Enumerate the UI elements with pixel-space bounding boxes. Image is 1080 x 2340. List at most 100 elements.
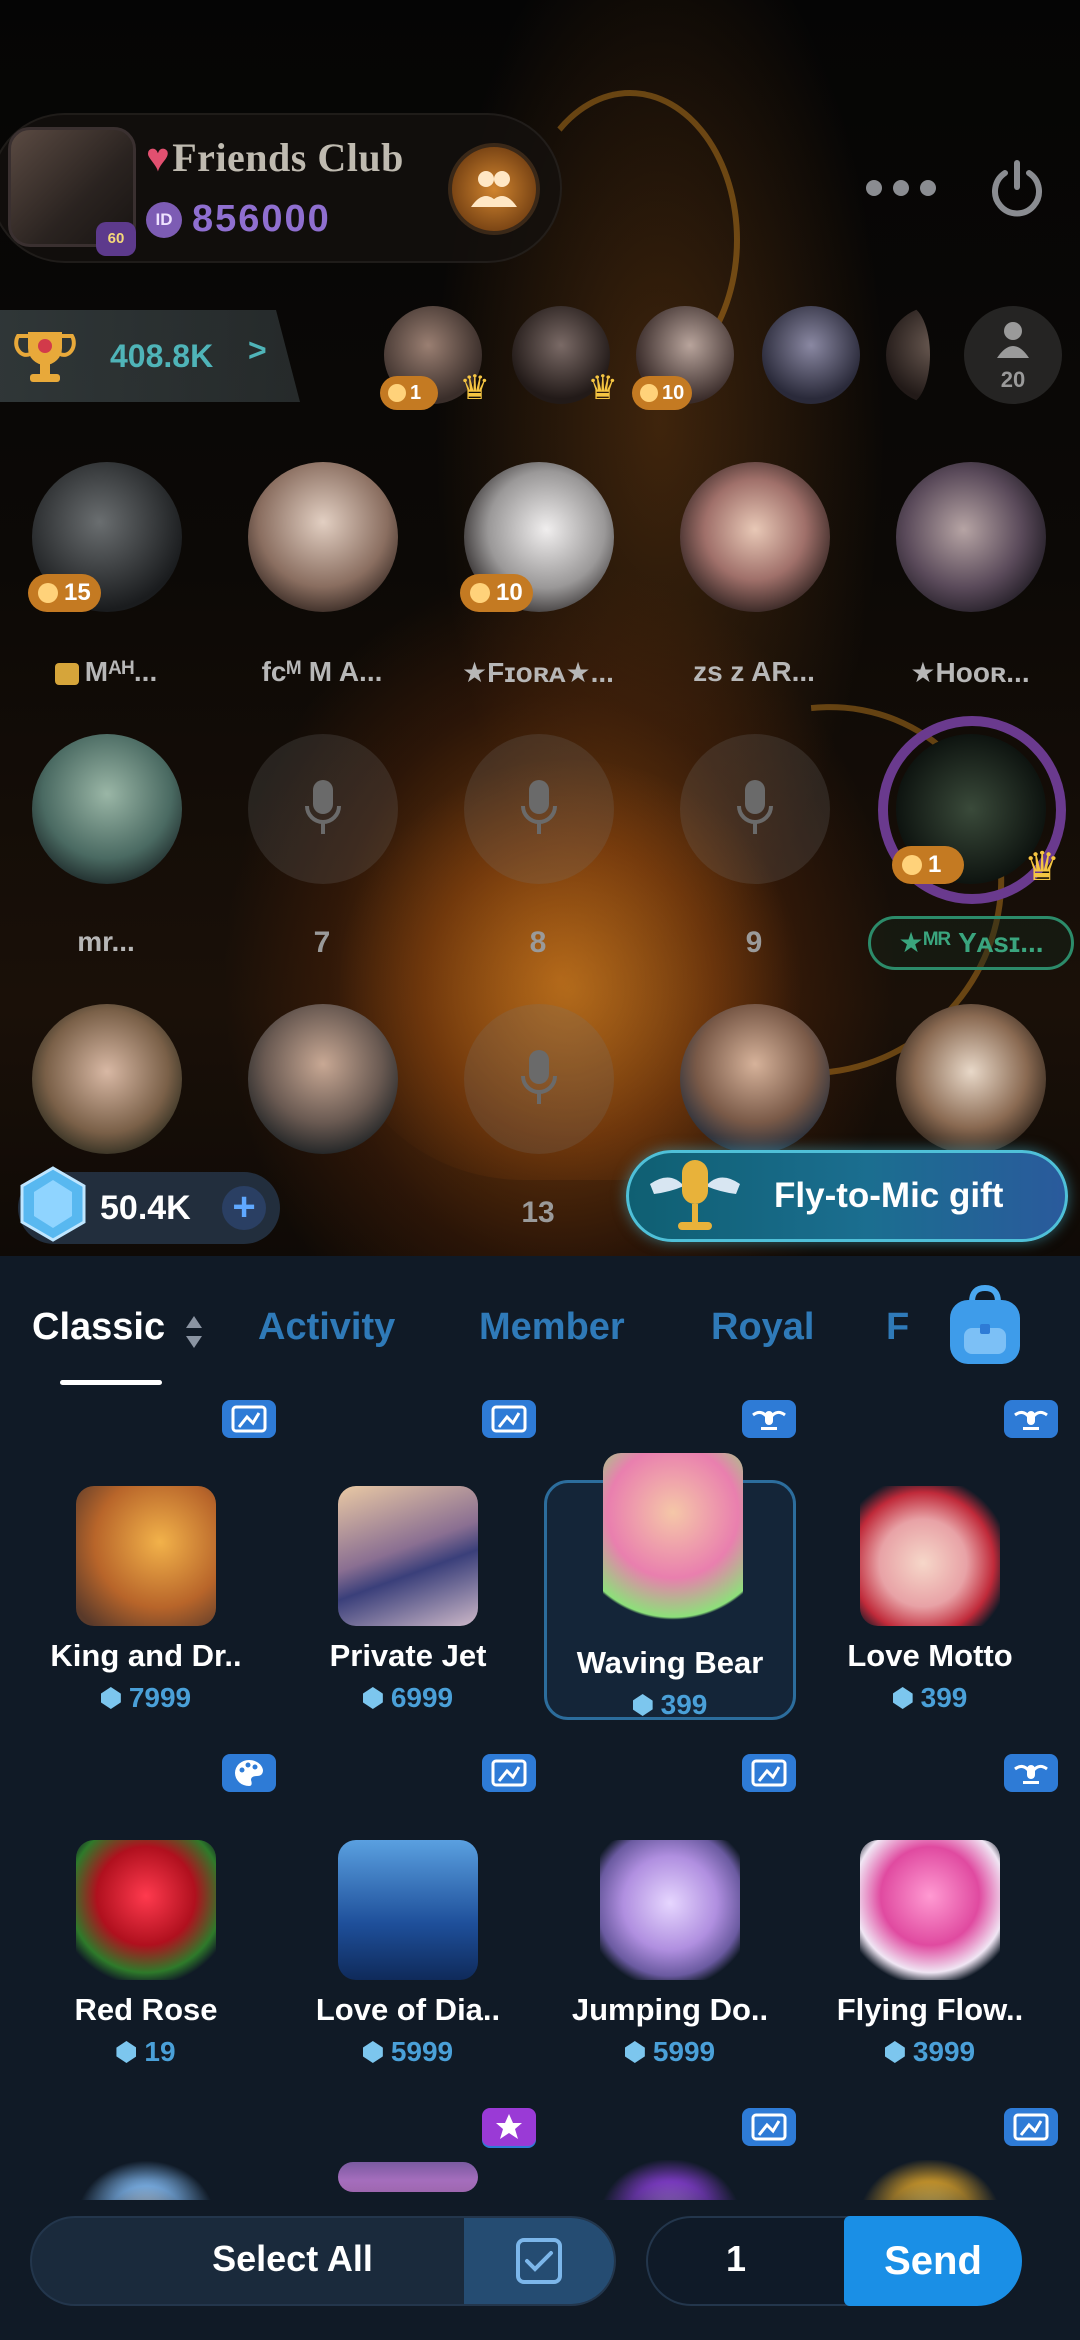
gift-image: [76, 1840, 216, 1980]
seat-name: mr...: [77, 926, 135, 957]
gift-name: Red Rose: [74, 1992, 218, 2027]
diamond-icon: [362, 2041, 383, 2063]
top-fan-avatar[interactable]: 10: [632, 306, 734, 410]
club-name: ♥Friends Club: [146, 134, 404, 181]
trophy-icon: [14, 332, 76, 382]
star-tag-icon: [482, 2108, 536, 2146]
diamond-icon: [362, 1687, 383, 1709]
diamond-icon: [624, 2041, 645, 2063]
gift-image: [600, 1840, 740, 1980]
seat-14[interactable]: [680, 1004, 830, 1154]
send-button[interactable]: Send: [844, 2216, 1022, 2306]
image-tag-icon: [222, 1400, 276, 1438]
level-badge: 10: [632, 376, 693, 410]
id-icon: ID: [146, 202, 182, 238]
gift-image: [338, 1486, 478, 1626]
seat-12[interactable]: [248, 1004, 398, 1154]
gift-name: King and Dr..: [50, 1638, 242, 1673]
select-all-checkbox[interactable]: [516, 2238, 562, 2284]
fly-to-mic-label: Fly-to-Mic gift: [774, 1176, 1004, 1215]
palette-tag-icon: [222, 1754, 276, 1792]
top-fan-avatar[interactable]: 1 ♛: [380, 306, 490, 410]
group-icon: [471, 171, 517, 207]
gift-item[interactable]: King and Dr.. 7999: [20, 1476, 272, 1716]
top-fan-avatar[interactable]: ♛: [512, 306, 618, 407]
gift-price: 399: [547, 1689, 793, 1721]
diamond-icon: [632, 1694, 653, 1716]
tab-member[interactable]: Member: [479, 1306, 625, 1349]
top-fan-avatar[interactable]: [762, 306, 860, 404]
gift-price: 6999: [282, 1682, 534, 1714]
tab-partial[interactable]: F: [886, 1306, 909, 1349]
seat-6[interactable]: [32, 734, 182, 884]
image-tag-icon: [742, 1754, 796, 1792]
seat-11[interactable]: [32, 1004, 182, 1154]
checkmark-icon: [525, 2251, 553, 2272]
seat-10[interactable]: 1 ♛: [892, 734, 1060, 889]
gift-price: 399: [804, 1682, 1056, 1714]
lock-icon: [54, 662, 79, 685]
gift-price: 7999: [20, 1682, 272, 1714]
diamond-icon: [892, 1687, 913, 1709]
tab-activity[interactable]: Activity: [258, 1306, 395, 1349]
seat-8[interactable]: [464, 734, 614, 884]
more-options-icon[interactable]: [866, 168, 936, 208]
seat-name: fcᴹ M A...: [261, 656, 383, 687]
fly-tag-icon: [1004, 1400, 1058, 1438]
ranking-value: 408.8K: [110, 338, 214, 374]
image-tag-icon: [482, 1400, 536, 1438]
heart-icon: ♥: [146, 135, 171, 180]
chevron-right-icon: >: [248, 332, 267, 368]
microphone-icon: [305, 780, 341, 834]
gift-image: [338, 1840, 478, 1980]
online-users-button[interactable]: 20: [964, 306, 1062, 404]
gift-item[interactable]: Flying Flow.. 3999: [804, 1830, 1056, 2070]
seat-4[interactable]: [680, 462, 830, 612]
microphone-icon: [521, 780, 557, 834]
gift-item[interactable]: Love Motto 399: [804, 1476, 1056, 1716]
fly-tag-icon: [1004, 1754, 1058, 1792]
gift-name: Love Motto: [847, 1638, 1013, 1673]
tab-classic[interactable]: Classic: [32, 1306, 165, 1349]
recharge-button[interactable]: +: [222, 1186, 266, 1230]
tab-royal[interactable]: Royal: [711, 1306, 814, 1349]
gift-item[interactable]: Jumping Do.. 5999: [544, 1830, 796, 2070]
image-tag-icon: [742, 2108, 796, 2146]
join-club-button[interactable]: [448, 143, 540, 235]
crown-icon: ♛: [459, 369, 490, 407]
level-badge: 15: [28, 574, 101, 612]
power-icon[interactable]: [985, 157, 1049, 221]
microphone-icon: [521, 1050, 557, 1104]
gift-item[interactable]: Private Jet 6999: [282, 1476, 534, 1716]
gift-item[interactable]: Love of Dia.. 5999: [282, 1830, 534, 2070]
seat-5[interactable]: [896, 462, 1046, 612]
gift-price: 3999: [804, 2036, 1056, 2068]
seat-9[interactable]: [680, 734, 830, 884]
seat-name: zs z AR...: [693, 656, 815, 687]
online-count: 20: [1000, 367, 1026, 392]
gift-item[interactable]: Red Rose 19: [20, 1830, 272, 2070]
seat-3[interactable]: 10: [460, 462, 614, 612]
gift-image: [860, 1840, 1000, 1980]
active-tab-indicator: [60, 1380, 162, 1385]
seat-number: 8: [529, 926, 547, 959]
image-tag-icon: [482, 1754, 536, 1792]
level-badge: 1: [380, 376, 438, 410]
seat-15[interactable]: [896, 1004, 1046, 1154]
backpack-icon[interactable]: [944, 1284, 1026, 1368]
seat-number: 9: [745, 926, 763, 959]
gift-item-selected[interactable]: Waving Bear 399: [544, 1453, 796, 1721]
gift-image: [860, 1486, 1000, 1626]
sort-icon[interactable]: [184, 1314, 204, 1350]
top-fan-avatar[interactable]: [886, 306, 930, 404]
seat-name-tag: ★ᴹᴿ Yᴀsɪ...: [868, 916, 1074, 970]
seat-1[interactable]: 15: [28, 462, 182, 612]
crown-icon: ♛: [587, 369, 618, 407]
club-name-text: Friends Club: [172, 135, 404, 180]
gift-price: 5999: [282, 2036, 534, 2068]
gift-image: [603, 1453, 743, 1623]
select-all-label: Select All: [212, 2238, 373, 2279]
seat-7[interactable]: [248, 734, 398, 884]
seat-2[interactable]: [248, 462, 398, 612]
seat-13[interactable]: [464, 1004, 614, 1154]
